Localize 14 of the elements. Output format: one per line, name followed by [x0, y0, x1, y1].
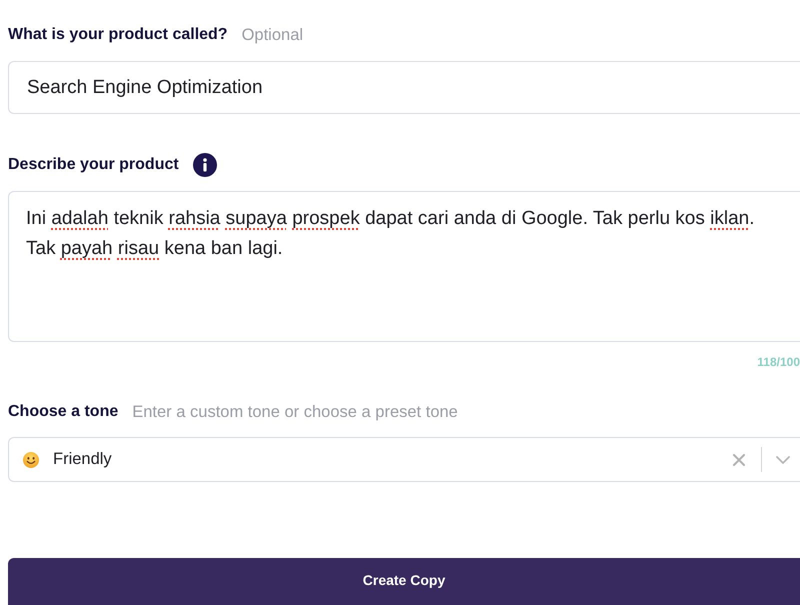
- info-icon[interactable]: [192, 153, 217, 177]
- tone-select[interactable]: Friendly: [8, 437, 800, 482]
- character-counter: 118/100: [757, 355, 800, 369]
- helper-text: Enter a custom tone or choose a preset tone: [132, 402, 458, 422]
- create-copy-button[interactable]: Create Copy: [8, 558, 800, 605]
- clear-icon[interactable]: [733, 454, 745, 466]
- field-label: Describe your product: [8, 156, 179, 174]
- smiley-face-icon: [23, 452, 39, 468]
- field-label: What is your product called?: [8, 26, 228, 44]
- chevron-down-icon[interactable]: [776, 456, 790, 464]
- optional-note: Optional: [242, 26, 304, 44]
- product-name-input[interactable]: Search Engine Optimization: [8, 61, 800, 114]
- field-label: Choose a tone: [8, 403, 118, 421]
- description-textarea[interactable]: Ini adalah teknik rahsia supaya prospek dapat cari anda di Google. Tak perlu kos iklan. Tak payah risau kena ban lagi.: [8, 191, 800, 342]
